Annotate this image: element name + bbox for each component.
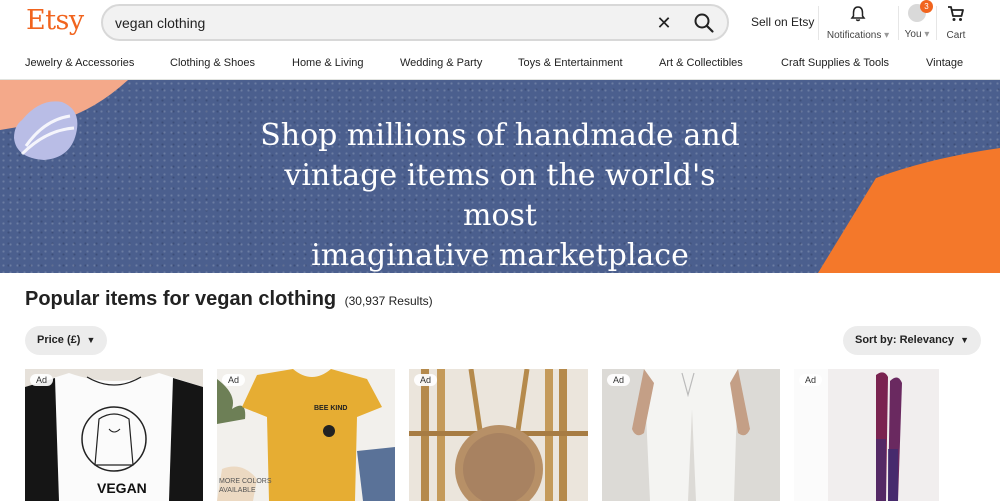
ad-label: Ad <box>607 374 631 386</box>
header-divider <box>936 6 937 40</box>
product-image <box>409 369 588 501</box>
bell-icon <box>849 6 867 27</box>
sell-on-etsy-link[interactable]: Sell on Etsy <box>751 15 814 29</box>
product-card[interactable]: Ad VEGAN <box>25 369 203 501</box>
product-card[interactable]: Ad BEE KIND MORE COLORS AVAILABLE <box>217 369 395 501</box>
nav-item-wedding-party[interactable]: Wedding & Party <box>400 57 482 69</box>
more-colors-line: MORE COLORS <box>219 478 272 485</box>
price-filter-label: Price (£) <box>37 334 81 346</box>
you-account-button[interactable]: 3 You ▾ <box>902 0 933 40</box>
more-colors-line: AVAILABLE <box>219 487 256 494</box>
search-icon[interactable] <box>693 12 715 34</box>
you-label: You <box>904 29 922 40</box>
product-image <box>602 369 780 501</box>
search-bar: ✕ <box>101 4 729 41</box>
caret-down-icon: ▼ <box>960 335 970 345</box>
cart-icon <box>947 6 965 27</box>
product-image-text: BEE KIND <box>314 405 348 412</box>
more-colors-badge: MORE COLORS AVAILABLE <box>219 477 272 495</box>
category-nav: Jewelry & Accessories Clothing & Shoes H… <box>0 55 1000 79</box>
hero-line: imaginative marketplace <box>311 238 689 273</box>
search-input[interactable] <box>115 12 635 34</box>
cart-label: Cart <box>946 30 966 41</box>
hero-line: vintage items on the world's most <box>284 158 716 233</box>
nav-item-toys-entertainment[interactable]: Toys & Entertainment <box>518 57 623 69</box>
hero-line: Shop millions of handmade and <box>260 118 740 153</box>
hero-banner: Shop millions of handmade and vintage it… <box>0 80 1000 273</box>
nav-item-jewelry-accessories[interactable]: Jewelry & Accessories <box>25 57 134 69</box>
nav-item-home-living[interactable]: Home & Living <box>292 57 364 69</box>
header-divider <box>898 6 899 40</box>
notifications-button[interactable]: Notifications ▾ <box>822 5 894 41</box>
product-card[interactable]: Ad <box>409 369 588 501</box>
site-header: Etsy ✕ Sell on Etsy Notifications ▾ 3 Yo… <box>0 0 1000 46</box>
nav-item-clothing-shoes[interactable]: Clothing & Shoes <box>170 57 255 69</box>
ad-label: Ad <box>222 374 246 386</box>
chevron-down-icon: ▾ <box>884 30 890 41</box>
sort-label: Sort by: Relevancy <box>855 334 955 346</box>
nav-item-vintage[interactable]: Vintage <box>926 57 963 69</box>
price-filter-button[interactable]: Price (£) ▼ <box>25 326 108 355</box>
nav-item-art-collectibles[interactable]: Art & Collectibles <box>659 57 743 69</box>
results-heading: Popular items for vegan clothing (30,937… <box>25 288 433 311</box>
clear-search-icon[interactable]: ✕ <box>653 12 675 34</box>
product-card[interactable]: Ad <box>602 369 780 501</box>
sort-button[interactable]: Sort by: Relevancy ▼ <box>843 326 982 355</box>
hero-title: Shop millions of handmade and vintage it… <box>250 116 750 273</box>
chevron-down-icon: ▾ <box>924 29 930 40</box>
product-image-text: VEGAN <box>97 480 147 496</box>
product-card[interactable]: Ad <box>794 369 939 501</box>
etsy-logo[interactable]: Etsy <box>26 5 84 36</box>
caret-down-icon: ▼ <box>86 335 96 345</box>
ad-label: Ad <box>799 374 823 386</box>
nav-item-craft-supplies-tools[interactable]: Craft Supplies & Tools <box>781 57 889 69</box>
cart-button[interactable]: Cart <box>943 5 969 41</box>
ad-label: Ad <box>414 374 438 386</box>
avatar: 3 <box>908 0 933 22</box>
ad-label: Ad <box>30 374 54 386</box>
notification-count-badge: 3 <box>920 0 933 13</box>
results-count: (30,937 Results) <box>344 294 433 308</box>
notifications-label: Notifications <box>826 30 882 41</box>
header-divider <box>818 6 819 40</box>
results-title: Popular items for vegan clothing <box>25 288 337 310</box>
product-image <box>794 369 939 501</box>
